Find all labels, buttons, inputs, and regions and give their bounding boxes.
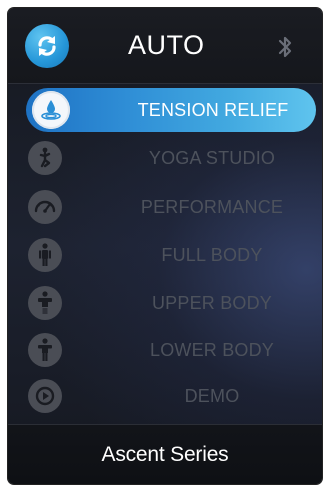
menu-item-label: PERFORMANCE <box>140 197 284 217</box>
menu-item-performance[interactable]: PERFORMANCE <box>8 185 322 229</box>
series-name: Ascent Series <box>101 443 229 466</box>
footer-bar: Ascent Series <box>8 424 322 484</box>
menu-item-upper-body[interactable]: UPPER BODY <box>8 281 322 325</box>
mode-title: AUTO <box>128 30 205 60</box>
upper-body-icon <box>28 286 62 320</box>
yoga-pose-icon <box>28 141 62 175</box>
sync-icon <box>38 36 56 56</box>
water-drop-icon <box>32 91 70 129</box>
speedometer-icon <box>28 190 62 224</box>
menu-item-lower-body[interactable]: LOWER BODY <box>8 328 322 372</box>
bluetooth-icon[interactable] <box>276 34 294 60</box>
menu-item-demo[interactable]: DEMO <box>8 374 322 418</box>
lower-body-icon <box>28 333 62 367</box>
sync-button[interactable] <box>25 24 69 68</box>
menu-item-tension-relief[interactable]: TENSION RELIEF <box>8 88 322 132</box>
menu-item-label: FULL BODY <box>161 245 263 265</box>
menu-item-full-body[interactable]: FULL BODY <box>8 233 322 277</box>
header-bar: AUTO <box>8 8 322 84</box>
header-divider <box>8 83 322 84</box>
full-body-icon <box>28 238 62 272</box>
menu-item-label: UPPER BODY <box>151 293 273 313</box>
menu-item-label: YOGA STUDIO <box>148 148 276 168</box>
menu-item-label: DEMO <box>184 386 240 406</box>
menu-item-label: TENSION RELIEF <box>137 100 289 120</box>
massage-chair-remote-screen: AUTO TENSION RELIEF YOGA STUDIO PERFORMA… <box>8 8 322 484</box>
play-icon <box>28 379 62 413</box>
menu-item-yoga-studio[interactable]: YOGA STUDIO <box>8 136 322 180</box>
menu-item-label: LOWER BODY <box>149 340 275 360</box>
